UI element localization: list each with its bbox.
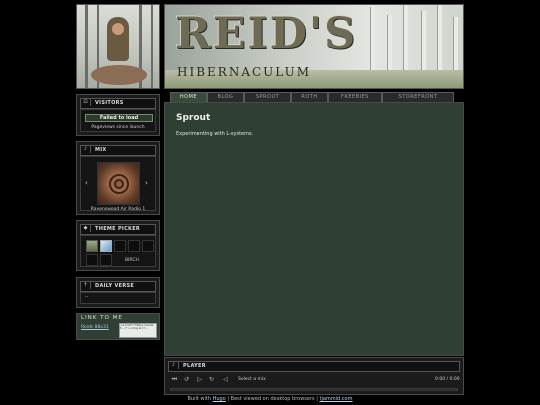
volume-icon[interactable]: ◁ (221, 376, 230, 384)
mix-widget: ♪ MIX ‹ › Ravenswood Air Radio 1 (76, 141, 160, 215)
theme-swatch-5[interactable] (142, 240, 154, 252)
player-progress-bar[interactable] (170, 388, 458, 391)
skip-back-icon[interactable]: ⏮ (170, 376, 179, 384)
page-title: Sprout (176, 113, 211, 123)
daily-verse-text: -- (85, 295, 89, 300)
site-avatar (76, 4, 160, 89)
music-note-icon: ♪ (81, 146, 91, 153)
music-note-icon: ♪ (169, 362, 179, 369)
mix-prev-button[interactable]: ‹ (85, 179, 93, 187)
forward-icon[interactable]: ↻ (207, 376, 216, 384)
daily-verse-widget: † DAILY VERSE -- (76, 277, 160, 308)
mix-title: MIX (95, 147, 107, 153)
theme-swatch-4[interactable] (128, 240, 140, 252)
mix-next-button[interactable]: › (145, 179, 153, 187)
theme-swatch-birch[interactable] (100, 240, 112, 252)
player-widget: ♪ PLAYER ⏮ ↺ ▷ ↻ ◁ Select a mix 0:00 / 0… (164, 357, 464, 395)
visitor-count-status: Failed to load (85, 114, 153, 122)
player-title: PLAYER (183, 363, 206, 369)
visitors-widget: ⊡ VISITORS Failed to load Pageviews sinc… (76, 94, 160, 136)
footer-middle: | Best viewed on desktop browsers | (225, 396, 320, 402)
main-content: Sprout Experimenting with L-systems. (164, 102, 464, 356)
link-to-me-widget: LINK TO ME Reids 88x31 <a href="https://… (76, 313, 160, 340)
mix-station-name[interactable]: Ravenswood Air Radio 1 (81, 207, 155, 212)
banner-subtitle: HIBERNACULUM (177, 65, 311, 79)
page-body: Experimenting with L-systems. (176, 131, 254, 137)
main-nav: HOME BLOG SPROUT ROTH FREEBIES STOREFRON… (170, 92, 460, 103)
theme-swatch-6[interactable] (86, 254, 98, 266)
footer-built: Built with (187, 396, 212, 402)
link-code-box[interactable]: <a href="https://reidsh.../"><img src=..… (119, 323, 157, 338)
rewind-icon[interactable]: ↺ (182, 376, 191, 384)
site-banner[interactable]: REID'S HIBERNACULUM (164, 4, 464, 89)
link-to-me-title: LINK TO ME (81, 315, 123, 321)
player-track: Select a mix (238, 377, 266, 382)
visitors-caption: Pageviews since launch (91, 125, 145, 130)
player-time: 0:00 / 0:00 (435, 377, 460, 382)
footer: Built with Hugo | Best viewed on desktop… (0, 396, 540, 402)
footer-site-link[interactable]: tjammid.com (320, 396, 353, 402)
banner-title: REID'S (175, 9, 358, 59)
theme-swatch-7[interactable] (100, 254, 112, 266)
theme-swatch-1[interactable] (86, 240, 98, 252)
theme-swatch-3[interactable] (114, 240, 126, 252)
cross-icon: † (81, 282, 91, 289)
link-badge-image[interactable]: Reids 88x31 (81, 325, 117, 337)
mix-cover-art[interactable] (97, 162, 140, 205)
palette-icon: ◆ (81, 225, 91, 232)
visitors-title: VISITORS (95, 100, 124, 106)
theme-picker-widget: ◆ THEME PICKER BIRCH (76, 220, 160, 271)
users-icon: ⊡ (81, 99, 91, 106)
footer-hugo-link[interactable]: Hugo (213, 396, 226, 402)
theme-picker-title: THEME PICKER (95, 226, 141, 232)
daily-verse-title: DAILY VERSE (95, 283, 135, 289)
theme-selected-label: BIRCH (125, 258, 139, 263)
play-icon[interactable]: ▷ (195, 376, 204, 384)
